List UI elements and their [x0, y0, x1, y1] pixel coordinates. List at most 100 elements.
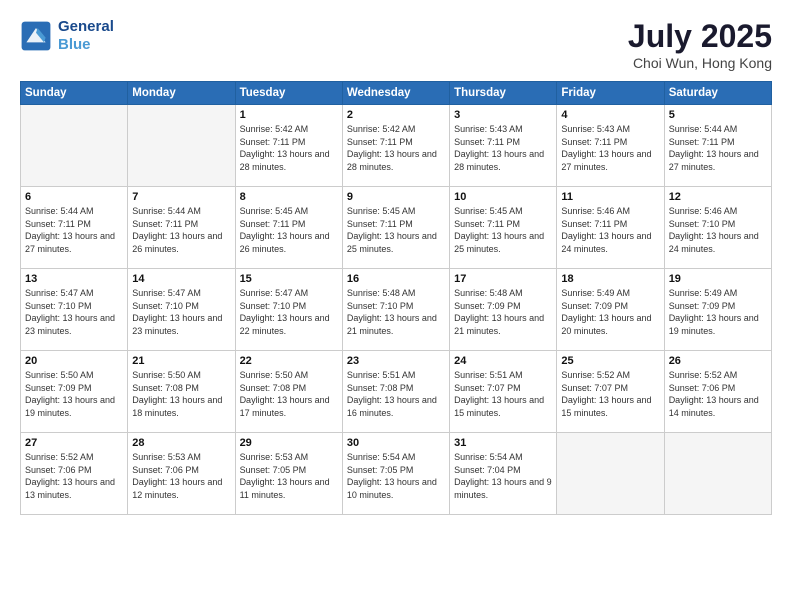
day-number: 12 — [669, 191, 767, 203]
day-info: Sunrise: 5:42 AM Sunset: 7:11 PM Dayligh… — [347, 123, 445, 173]
logo-text: General Blue — [58, 18, 114, 54]
day-header-wednesday: Wednesday — [342, 82, 449, 105]
calendar-cell — [21, 105, 128, 187]
day-number: 31 — [454, 437, 552, 449]
calendar-cell: 16 Sunrise: 5:48 AM Sunset: 7:10 PM Dayli… — [342, 269, 449, 351]
day-header-monday: Monday — [128, 82, 235, 105]
day-number: 3 — [454, 109, 552, 121]
day-number: 2 — [347, 109, 445, 121]
day-info: Sunrise: 5:53 AM Sunset: 7:06 PM Dayligh… — [132, 451, 230, 501]
day-info: Sunrise: 5:51 AM Sunset: 7:07 PM Dayligh… — [454, 369, 552, 419]
calendar-cell: 9Sunrise: 5:45 AM Sunset: 7:11 PM Daylig… — [342, 187, 449, 269]
day-number: 10 — [454, 191, 552, 203]
calendar-cell: 2 Sunrise: 5:42 AM Sunset: 7:11 PM Daylig… — [342, 105, 449, 187]
calendar-header-row: SundayMondayTuesdayWednesdayThursdayFrid… — [21, 82, 772, 105]
calendar-cell: 21Sunrise: 5:50 AM Sunset: 7:08 PM Dayli… — [128, 351, 235, 433]
day-number: 14 — [132, 273, 230, 285]
day-number: 11 — [561, 191, 659, 203]
calendar-cell: 24Sunrise: 5:51 AM Sunset: 7:07 PM Dayli… — [450, 351, 557, 433]
day-info: Sunrise: 5:43 AM Sunset: 7:11 PM Dayligh… — [561, 123, 659, 173]
calendar-cell: 14 Sunrise: 5:47 AM Sunset: 7:10 PM Dayli… — [128, 269, 235, 351]
calendar-cell — [557, 433, 664, 515]
header: General Blue July 2025 Choi Wun, Hong Ko… — [20, 18, 772, 71]
calendar-week-2: 6Sunrise: 5:44 AM Sunset: 7:11 PM Daylig… — [21, 187, 772, 269]
day-info: Sunrise: 5:48 AM Sunset: 7:09 PM Dayligh… — [454, 287, 552, 337]
calendar: SundayMondayTuesdayWednesdayThursdayFrid… — [20, 81, 772, 515]
day-info: Sunrise: 5:50 AM Sunset: 7:09 PM Dayligh… — [25, 369, 123, 419]
day-header-saturday: Saturday — [664, 82, 771, 105]
day-info: Sunrise: 5:52 AM Sunset: 7:06 PM Dayligh… — [669, 369, 767, 419]
day-number: 29 — [240, 437, 338, 449]
day-number: 21 — [132, 355, 230, 367]
calendar-cell: 17 Sunrise: 5:48 AM Sunset: 7:09 PM Dayli… — [450, 269, 557, 351]
calendar-cell: 1Sunrise: 5:42 AM Sunset: 7:11 PM Daylig… — [235, 105, 342, 187]
calendar-cell: 22 Sunrise: 5:50 AM Sunset: 7:08 PM Dayli… — [235, 351, 342, 433]
calendar-cell: 11Sunrise: 5:46 AM Sunset: 7:11 PM Dayli… — [557, 187, 664, 269]
day-info: Sunrise: 5:49 AM Sunset: 7:09 PM Dayligh… — [561, 287, 659, 337]
day-info: Sunrise: 5:54 AM Sunset: 7:05 PM Dayligh… — [347, 451, 445, 501]
day-number: 8 — [240, 191, 338, 203]
day-number: 22 — [240, 355, 338, 367]
calendar-cell: 20 Sunrise: 5:50 AM Sunset: 7:09 PM Dayli… — [21, 351, 128, 433]
calendar-cell: 26 Sunrise: 5:52 AM Sunset: 7:06 PM Dayli… — [664, 351, 771, 433]
day-number: 15 — [240, 273, 338, 285]
day-header-tuesday: Tuesday — [235, 82, 342, 105]
calendar-body: 1Sunrise: 5:42 AM Sunset: 7:11 PM Daylig… — [21, 105, 772, 515]
day-info: Sunrise: 5:54 AM Sunset: 7:04 PM Dayligh… — [454, 451, 552, 501]
day-info: Sunrise: 5:45 AM Sunset: 7:11 PM Dayligh… — [347, 205, 445, 255]
calendar-cell: 27Sunrise: 5:52 AM Sunset: 7:06 PM Dayli… — [21, 433, 128, 515]
title-area: July 2025 Choi Wun, Hong Kong — [628, 18, 772, 71]
day-header-sunday: Sunday — [21, 82, 128, 105]
day-number: 7 — [132, 191, 230, 203]
month-title: July 2025 — [628, 18, 772, 55]
day-number: 19 — [669, 273, 767, 285]
day-info: Sunrise: 5:48 AM Sunset: 7:10 PM Dayligh… — [347, 287, 445, 337]
calendar-cell: 19 Sunrise: 5:49 AM Sunset: 7:09 PM Dayli… — [664, 269, 771, 351]
calendar-cell: 3 Sunrise: 5:43 AM Sunset: 7:11 PM Daylig… — [450, 105, 557, 187]
day-number: 17 — [454, 273, 552, 285]
calendar-cell: 6Sunrise: 5:44 AM Sunset: 7:11 PM Daylig… — [21, 187, 128, 269]
calendar-cell: 5 Sunrise: 5:44 AM Sunset: 7:11 PM Daylig… — [664, 105, 771, 187]
calendar-cell: 18 Sunrise: 5:49 AM Sunset: 7:09 PM Dayli… — [557, 269, 664, 351]
calendar-cell: 7 Sunrise: 5:44 AM Sunset: 7:11 PM Daylig… — [128, 187, 235, 269]
calendar-week-4: 20 Sunrise: 5:50 AM Sunset: 7:09 PM Dayli… — [21, 351, 772, 433]
day-number: 5 — [669, 109, 767, 121]
calendar-cell: 12Sunrise: 5:46 AM Sunset: 7:10 PM Dayli… — [664, 187, 771, 269]
day-info: Sunrise: 5:45 AM Sunset: 7:11 PM Dayligh… — [240, 205, 338, 255]
day-info: Sunrise: 5:50 AM Sunset: 7:08 PM Dayligh… — [240, 369, 338, 419]
day-header-thursday: Thursday — [450, 82, 557, 105]
calendar-cell: 8 Sunrise: 5:45 AM Sunset: 7:11 PM Daylig… — [235, 187, 342, 269]
calendar-cell: 4Sunrise: 5:43 AM Sunset: 7:11 PM Daylig… — [557, 105, 664, 187]
page: General Blue July 2025 Choi Wun, Hong Ko… — [0, 0, 792, 612]
day-number: 18 — [561, 273, 659, 285]
day-info: Sunrise: 5:49 AM Sunset: 7:09 PM Dayligh… — [669, 287, 767, 337]
day-number: 20 — [25, 355, 123, 367]
day-info: Sunrise: 5:53 AM Sunset: 7:05 PM Dayligh… — [240, 451, 338, 501]
logo-line1: General — [58, 18, 114, 36]
calendar-cell: 23Sunrise: 5:51 AM Sunset: 7:08 PM Dayli… — [342, 351, 449, 433]
day-info: Sunrise: 5:44 AM Sunset: 7:11 PM Dayligh… — [669, 123, 767, 173]
day-info: Sunrise: 5:44 AM Sunset: 7:11 PM Dayligh… — [25, 205, 123, 255]
day-info: Sunrise: 5:47 AM Sunset: 7:10 PM Dayligh… — [25, 287, 123, 337]
day-number: 26 — [669, 355, 767, 367]
calendar-cell — [128, 105, 235, 187]
day-info: Sunrise: 5:43 AM Sunset: 7:11 PM Dayligh… — [454, 123, 552, 173]
day-info: Sunrise: 5:47 AM Sunset: 7:10 PM Dayligh… — [132, 287, 230, 337]
calendar-cell: 10Sunrise: 5:45 AM Sunset: 7:11 PM Dayli… — [450, 187, 557, 269]
day-number: 30 — [347, 437, 445, 449]
day-info: Sunrise: 5:44 AM Sunset: 7:11 PM Dayligh… — [132, 205, 230, 255]
calendar-cell: 15 Sunrise: 5:47 AM Sunset: 7:10 PM Dayli… — [235, 269, 342, 351]
logo: General Blue — [20, 18, 114, 54]
day-header-friday: Friday — [557, 82, 664, 105]
day-info: Sunrise: 5:52 AM Sunset: 7:07 PM Dayligh… — [561, 369, 659, 419]
day-info: Sunrise: 5:52 AM Sunset: 7:06 PM Dayligh… — [25, 451, 123, 501]
day-number: 25 — [561, 355, 659, 367]
calendar-cell: 29 Sunrise: 5:53 AM Sunset: 7:05 PM Dayli… — [235, 433, 342, 515]
day-info: Sunrise: 5:47 AM Sunset: 7:10 PM Dayligh… — [240, 287, 338, 337]
location: Choi Wun, Hong Kong — [628, 55, 772, 71]
calendar-week-1: 1Sunrise: 5:42 AM Sunset: 7:11 PM Daylig… — [21, 105, 772, 187]
day-number: 13 — [25, 273, 123, 285]
day-number: 28 — [132, 437, 230, 449]
calendar-cell: 25 Sunrise: 5:52 AM Sunset: 7:07 PM Dayli… — [557, 351, 664, 433]
day-number: 16 — [347, 273, 445, 285]
